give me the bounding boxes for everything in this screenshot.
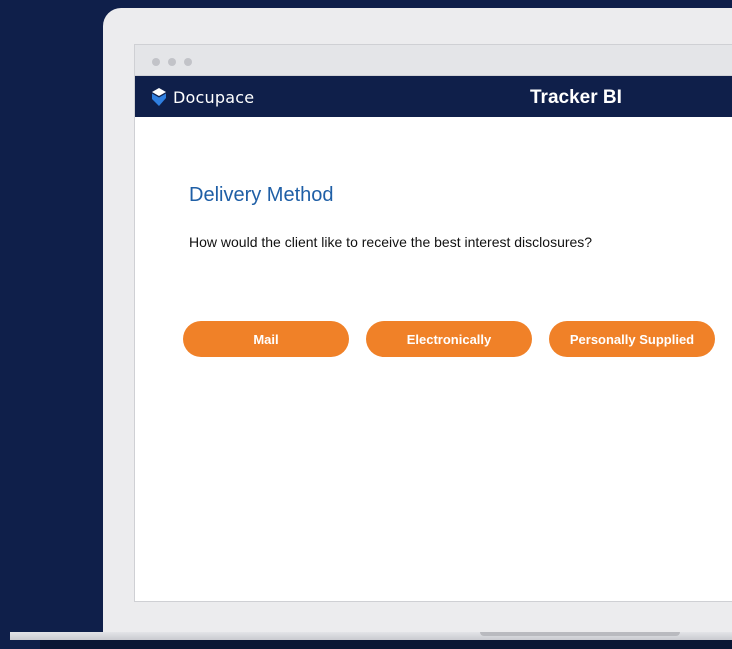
app-title: Tracker BI [530, 87, 622, 108]
brand-name: Docupace [173, 87, 255, 107]
brand-logo[interactable]: Docupace [151, 87, 255, 107]
window-close-dot[interactable] [152, 58, 160, 66]
stage: Docupace Tracker BI Delivery Method How … [0, 0, 732, 649]
laptop-screen: Docupace Tracker BI Delivery Method How … [134, 44, 732, 602]
window-maximize-dot[interactable] [184, 58, 192, 66]
section-heading: Delivery Method [189, 184, 334, 206]
laptop-base-notch [480, 632, 680, 636]
laptop-base [0, 632, 732, 649]
question-text: How would the client like to receive the… [189, 234, 593, 250]
laptop-base-shadow [40, 640, 732, 649]
browser-titlebar [135, 45, 732, 76]
app-header: Docupace Tracker BI [135, 76, 732, 117]
window-minimize-dot[interactable] [168, 58, 176, 66]
docupace-logo-icon [152, 88, 166, 106]
option-electronically-button[interactable]: Electronically [366, 321, 532, 357]
option-mail-button[interactable]: Mail [183, 321, 349, 357]
option-personally-supplied-button[interactable]: Personally Supplied [549, 321, 715, 357]
